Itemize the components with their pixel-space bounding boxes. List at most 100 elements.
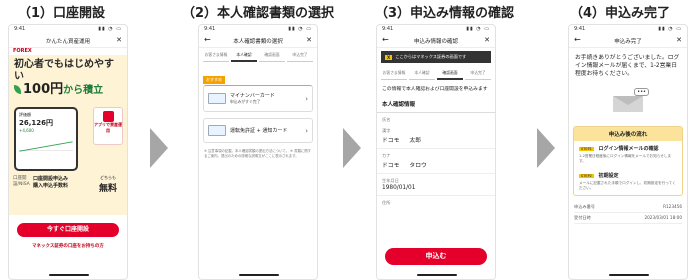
section-title: 本人確認情報 <box>377 96 495 113</box>
home-indicator <box>609 274 649 276</box>
next-arrow-icon <box>537 128 555 168</box>
mock-amount: 26,126円 <box>19 119 54 127</box>
field-value-part: 太郎 <box>409 138 422 144</box>
next-step-item: STEP2 初期設定 メールに記載された手順でログインし、初期設定を行ってくださ… <box>574 168 682 195</box>
close-icon[interactable]: ✕ <box>676 36 682 44</box>
brand-logo: FOREX <box>13 48 32 54</box>
step-title-2: （2）本人確認書類の選択 <box>182 6 335 21</box>
back-icon[interactable]: ← <box>204 35 211 44</box>
chevron-right-icon: › <box>305 126 308 135</box>
home-indicator <box>417 274 457 276</box>
fee-row-right: どちらも 無料 <box>93 175 123 194</box>
meta-label: 受付日時 <box>574 215 591 220</box>
close-icon[interactable]: ✕ <box>484 36 490 44</box>
nav-title: かんたん資産運用 <box>45 38 90 45</box>
application-meta: 申込み番号 R123456 受付日時 2023/03/01 18:00 <box>574 202 682 224</box>
meta-value: R123456 <box>663 204 682 209</box>
next-step-item: STEP1 ログイン情報メールの確認 1-2営業日程度後にログイン情報をメールで… <box>574 141 682 168</box>
phone-screen-complete: 9:41 ▮▮ ◔ ▭ ← 申込み完了 ✕ お手続きありがとうございました。ログ… <box>568 24 688 280</box>
back-icon[interactable]: ← <box>382 35 389 44</box>
step-desc: 1-2営業日程度後にログイン情報をメールでお知らせします。 <box>579 154 672 163</box>
option-label: 運転免許証 + 通知カード <box>230 128 288 134</box>
status-icons: ▮▮ ◔ ▭ <box>288 26 312 32</box>
field-value-part: ドコモ <box>382 163 400 169</box>
phone-screen-id-selection: 9:41 ▮▮ ◔ ▭ ← 本人確認書類の選択 ✕ お客さま情報 本人確認 確認… <box>198 24 318 280</box>
confirm-message: この情報で本人確認および口座開設を申込みます <box>382 87 488 92</box>
step-title-1: （1）口座開設 <box>18 6 106 21</box>
fee-free-value: 無料 <box>98 184 117 194</box>
open-account-button[interactable]: 今すぐ口座開設 <box>17 223 119 237</box>
partner-notice: X ここからはマネックス証券の画面です <box>381 51 491 63</box>
meta-row: 申込み番号 R123456 <box>574 202 682 213</box>
meta-row: 受付日時 2023/03/01 18:00 <box>574 213 682 224</box>
field-label: カナ <box>382 153 391 158</box>
field-value-part: ドコモ <box>382 138 400 144</box>
status-bar: 9:41 ▮▮ ◔ ▭ <box>377 25 495 34</box>
nav-bar: ← 申込み情報の確認 ✕ <box>377 34 495 48</box>
chevron-right-icon: › <box>305 94 308 103</box>
phone-screen-account-opening: 9:41 ▮▮ ◔ ▭ かんたん資産運用 ✕ FOREX 初心者でもはじめやすい… <box>8 24 128 280</box>
partner-notice-text: ここからはマネックス証券の画面です <box>395 54 467 59</box>
field-value: ドコモ タロウ <box>377 160 495 174</box>
field-label: 漢字 <box>382 128 391 133</box>
field-label: 氏名 <box>382 117 391 122</box>
nav-title: 申込み完了 <box>614 38 642 45</box>
progress-tabs: お客さま情報 本人確認 確認画面 申込完了 <box>377 66 495 84</box>
option-sub: 申込みがすぐ完了 <box>230 99 261 104</box>
step-tag: STEP1 <box>579 147 594 151</box>
field-value: 1980/01/01 <box>377 185 495 196</box>
field-value-part: 1980/01/01 <box>382 185 416 191</box>
status-time: 9:41 <box>204 26 216 32</box>
meta-label: 申込み番号 <box>574 204 595 209</box>
id-card-icon <box>208 93 226 104</box>
home-indicator <box>49 274 89 276</box>
nav-title: 本人確認書類の選択 <box>233 38 283 45</box>
progress-step: 申込完了 <box>287 52 313 62</box>
fee-row: 口座開設/NISA 口座開設申込み 購入申込手数料 どちらも 無料 <box>13 175 123 194</box>
hero-banner: 初心者でもはじめやすい 100円から積立 評価額 26,126円 +4,600 … <box>9 55 127 215</box>
app-icon <box>103 111 114 122</box>
progress-step: 確認画面 <box>437 70 463 80</box>
id-option-mynumber[interactable]: マイナンバーカード 申込みがすぐ完了 › <box>203 85 313 112</box>
phone-screen-confirm: 9:41 ▮▮ ◔ ▭ ← 申込み情報の確認 ✕ X ここからはマネックス証券の… <box>376 24 496 280</box>
fee-row-mid: 口座開設申込み 購入申込手数料 <box>33 175 91 194</box>
existing-account-link[interactable]: マネックス証券の口座をお持ちの方 <box>9 243 127 249</box>
fee-item-2: 購入申込手数料 <box>33 183 69 189</box>
recommended-badge: おすすめ <box>203 76 225 84</box>
status-icons: ▮▮ ◔ ▭ <box>466 26 490 32</box>
id-option-license[interactable]: 運転免許証 + 通知カード › <box>203 118 313 143</box>
step-title: 初期設定 <box>598 173 619 179</box>
nav-bar: ← 本人確認書類の選択 ✕ <box>199 34 317 48</box>
progress-step: お客さま情報 <box>381 70 407 80</box>
close-icon[interactable]: ✕ <box>116 36 122 44</box>
status-time: 9:41 <box>574 26 586 32</box>
next-arrow-icon <box>343 128 361 168</box>
home-indicator <box>239 274 279 276</box>
status-icons: ▮▮ ◔ ▭ <box>658 26 682 32</box>
status-icons: ▮▮ ◔ ▭ <box>98 26 122 32</box>
next-arrow-icon <box>150 128 168 168</box>
step-tag: STEP2 <box>579 174 594 178</box>
back-icon[interactable]: ← <box>574 35 581 44</box>
mock-chart <box>19 137 73 151</box>
progress-tabs: お客さま情報 本人確認 確認画面 申込完了 <box>199 48 317 66</box>
app-badge: アプリで資産運用 <box>93 107 123 145</box>
fee-row-left: 口座開設/NISA <box>13 176 30 187</box>
status-bar: 9:41 ▮▮ ◔ ▭ <box>199 25 317 34</box>
app-badge-text: アプリで資産運用 <box>94 122 122 133</box>
license-card-icon <box>208 125 226 136</box>
app-mock-screen: 評価額 26,126円 +4,600 <box>14 107 78 171</box>
amount-text: 100円 <box>23 82 64 97</box>
field-label: 生年月日 <box>382 178 399 183</box>
thanks-message: お手続きありがとうございました。ログイン情報メールが届くまで、1-2営業日程度お… <box>575 55 680 77</box>
next-steps-title: 申込み後の流れ <box>574 127 682 141</box>
close-icon[interactable]: ✕ <box>306 36 312 44</box>
nav-bar: ← 申込み完了 ✕ <box>569 34 687 48</box>
meta-value: 2023/03/01 18:00 <box>644 215 682 220</box>
field-value: ドコモ 太郎 <box>377 135 495 149</box>
progress-step: 申込完了 <box>465 70 491 80</box>
notes-text: ※ 注意事項の記載。本人確認書類の提出方法について。 ※ 書類に関するご案内。提… <box>204 149 312 158</box>
field-value-part: タロウ <box>409 163 427 169</box>
progress-step: お客さま情報 <box>203 52 229 62</box>
submit-button[interactable]: 申込む <box>385 248 487 265</box>
